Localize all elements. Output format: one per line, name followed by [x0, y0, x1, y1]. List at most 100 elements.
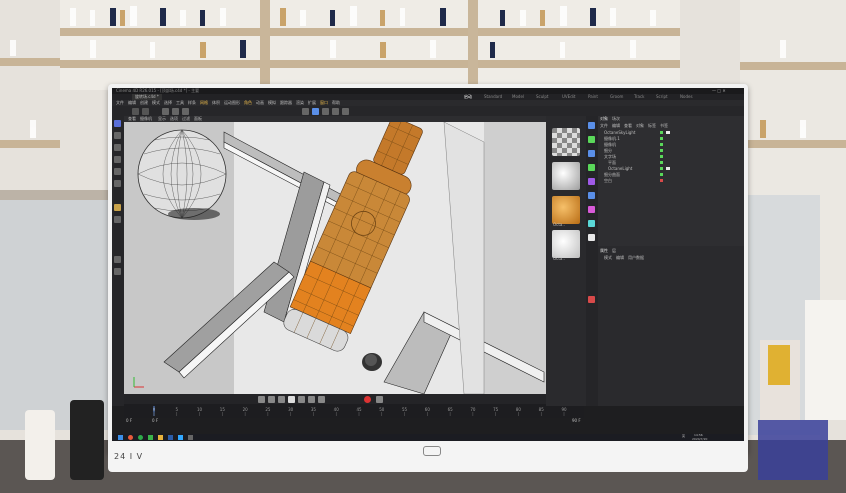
field-tool-icon[interactable]	[588, 192, 595, 199]
cube-icon[interactable]	[302, 108, 309, 115]
c4d-window: Cinema 4D R26.015 - [顶部场.c4d *] - 主要 — □…	[112, 88, 744, 441]
next-key-icon[interactable]	[308, 396, 315, 403]
c4d-icon[interactable]	[168, 435, 173, 440]
om-menu-edit[interactable]: 编辑	[612, 123, 620, 129]
prev-frame-icon[interactable]	[278, 396, 285, 403]
visibility-check-icon[interactable]	[660, 167, 663, 170]
spline-tool-icon[interactable]	[588, 136, 595, 143]
om-object-row[interactable]: 空白	[604, 178, 612, 184]
visibility-check-icon[interactable]	[660, 143, 663, 146]
layout-nodes[interactable]: Nodes	[680, 94, 693, 99]
scale-icon[interactable]	[172, 108, 179, 115]
am-menu-mode[interactable]: 模式	[604, 255, 612, 261]
timeline-tick-label: 20	[243, 407, 249, 412]
material-white[interactable]	[552, 230, 580, 258]
mograph-tool-icon[interactable]	[588, 164, 595, 171]
folder-icon[interactable]	[158, 435, 163, 440]
polygons-mode-icon[interactable]	[114, 168, 121, 175]
prev-key-icon[interactable]	[268, 396, 275, 403]
timeline-ruler[interactable]: 0 5 10 15 20 25 30 35 40 45 50 55 60 65 70 75 80 85 90	[124, 404, 584, 418]
am-menu-userdata[interactable]: 用户数据	[628, 255, 644, 261]
points-mode-icon[interactable]	[114, 144, 121, 151]
layout-groom[interactable]: Groom	[610, 94, 623, 99]
go-end-icon[interactable]	[318, 396, 325, 403]
am-tab-attributes[interactable]: 属性	[600, 248, 608, 254]
select-tool-icon[interactable]	[114, 120, 121, 127]
timeline-tick-label: 80	[516, 407, 522, 412]
nurbs-tool-icon[interactable]	[588, 150, 595, 157]
subdivision-icon[interactable]	[322, 108, 329, 115]
cube-tool-icon[interactable]	[588, 122, 595, 129]
start-icon[interactable]	[118, 435, 123, 440]
scene-tool-icon[interactable]	[588, 206, 595, 213]
visibility-off-icon[interactable]	[660, 179, 663, 182]
photoshop-icon[interactable]	[178, 435, 183, 440]
material-grey[interactable]	[552, 162, 580, 190]
visibility-check-icon[interactable]	[660, 161, 663, 164]
tag-icon[interactable]	[666, 167, 670, 170]
tray-date[interactable]: 2024/7/20	[692, 437, 707, 441]
tag-tool-icon[interactable]	[588, 296, 595, 303]
paint-icon[interactable]	[114, 256, 121, 263]
move-icon[interactable]	[162, 108, 169, 115]
visibility-check-icon[interactable]	[660, 155, 663, 158]
light-tool-icon[interactable]	[588, 234, 595, 241]
om-menu-view[interactable]: 查看	[624, 123, 632, 129]
right-toolbar	[586, 116, 598, 406]
visibility-check-icon[interactable]	[660, 131, 663, 134]
browser-icon[interactable]	[128, 435, 133, 440]
axis-icon[interactable]	[114, 216, 121, 223]
window-controls[interactable]: — □ ✕	[712, 88, 726, 93]
om-menu-bookmarks[interactable]: 书签	[660, 123, 668, 129]
visibility-check-icon[interactable]	[660, 149, 663, 152]
visibility-check-icon[interactable]	[660, 137, 663, 140]
go-start-icon[interactable]	[258, 396, 265, 403]
wechat-icon[interactable]	[148, 435, 153, 440]
edges-mode-icon[interactable]	[114, 156, 121, 163]
om-object-row[interactable]: OctaneLight	[608, 166, 632, 171]
redo-icon[interactable]	[142, 108, 149, 115]
tag-icon[interactable]	[666, 131, 670, 134]
record-icon[interactable]	[364, 396, 371, 403]
layout-script[interactable]: Script	[656, 94, 668, 99]
layout-standard[interactable]: Standard	[484, 94, 502, 99]
am-tab-layers[interactable]: 层	[612, 248, 616, 254]
layout-track[interactable]: Track	[634, 94, 644, 99]
snap-icon[interactable]	[114, 204, 121, 211]
app-icon[interactable]	[188, 435, 193, 440]
tray-lang[interactable]: 英	[682, 434, 685, 438]
layout-paint[interactable]: Paint	[588, 94, 598, 99]
timeline-tick-label: 60	[425, 407, 431, 412]
play-icon[interactable]	[288, 396, 295, 403]
chrome-icon[interactable]	[138, 435, 143, 440]
layout-model[interactable]: Model	[512, 94, 524, 99]
rotate-icon[interactable]	[182, 108, 189, 115]
om-object-row[interactable]: OctaneSkyLight	[604, 130, 635, 135]
uv-mode-icon[interactable]	[114, 180, 121, 187]
model-mode-icon[interactable]	[114, 132, 121, 139]
om-menu-file[interactable]: 文件	[600, 123, 608, 129]
camera-tool-icon[interactable]	[588, 220, 595, 227]
deformer-tool-icon[interactable]	[588, 178, 595, 185]
om-tag-column	[660, 130, 680, 184]
light-icon[interactable]	[342, 108, 349, 115]
timeline-tick-label: 25	[265, 407, 271, 412]
next-frame-icon[interactable]	[298, 396, 305, 403]
cloner-icon[interactable]	[332, 108, 339, 115]
autokey-icon[interactable]	[376, 396, 383, 403]
om-menu-object[interactable]: 对象	[636, 123, 644, 129]
pen-icon[interactable]	[312, 108, 319, 115]
om-menu-tags[interactable]: 标签	[648, 123, 656, 129]
layout-uvedit[interactable]: UVEdit	[562, 94, 575, 99]
om-tab-objects[interactable]: 对象	[600, 116, 608, 122]
material-checker[interactable]	[552, 128, 580, 156]
3d-viewport[interactable]	[124, 122, 546, 394]
brush-icon[interactable]	[114, 268, 121, 275]
start-frame: 0 F	[152, 418, 159, 423]
material-orange[interactable]	[552, 196, 580, 224]
om-tab-takes[interactable]: 场次	[612, 116, 620, 122]
am-menu-edit[interactable]: 编辑	[616, 255, 624, 261]
layout-sculpt[interactable]: Sculpt	[536, 94, 549, 99]
undo-icon[interactable]	[132, 108, 139, 115]
visibility-check-icon[interactable]	[660, 173, 663, 176]
